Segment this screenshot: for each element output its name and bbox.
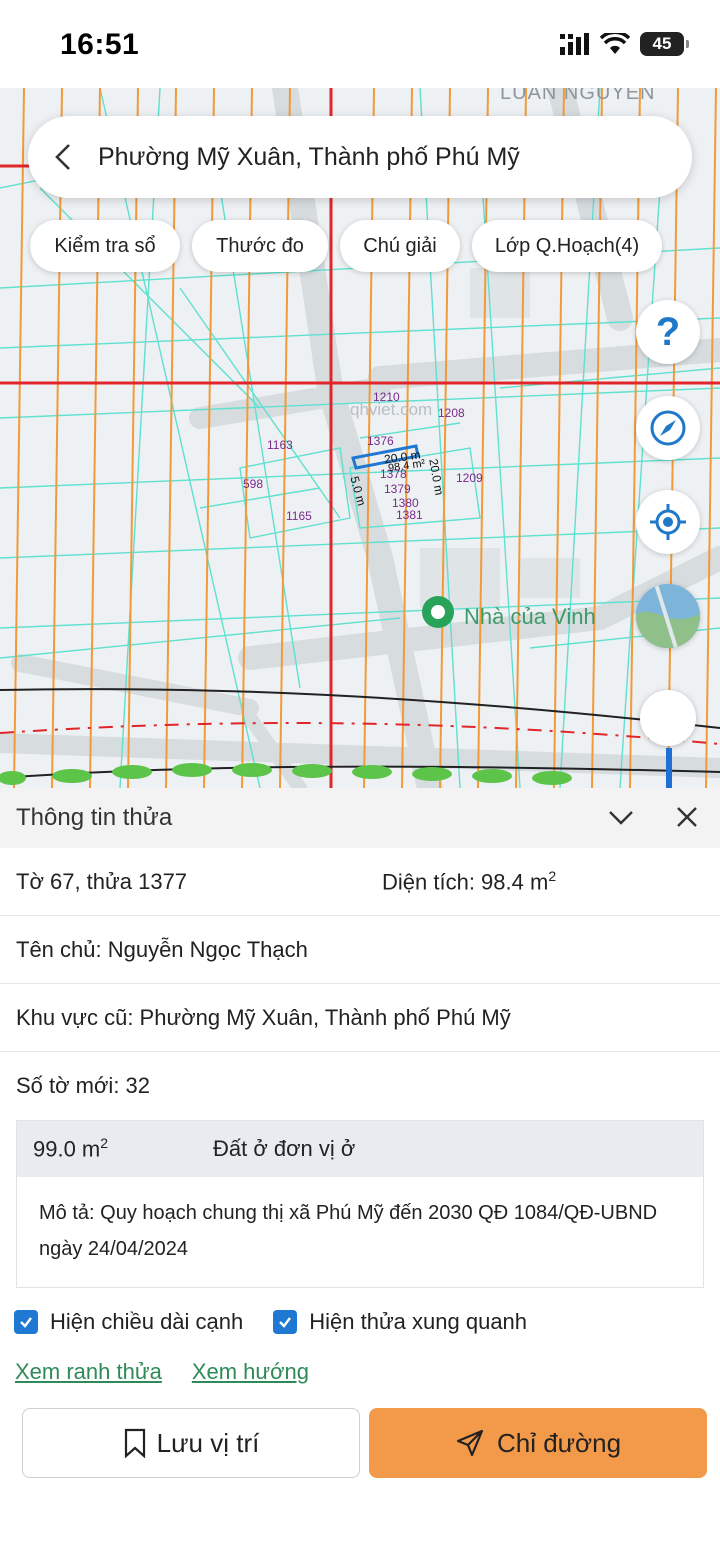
parcel-label: 1209	[456, 471, 483, 485]
status-icons: 45	[560, 32, 689, 56]
new-sheet-row: Số tờ mới: 32	[16, 1073, 151, 1098]
save-location-button[interactable]: Lưu vị trí	[22, 1408, 360, 1478]
compass-button[interactable]	[636, 396, 700, 460]
parcel-label: 1165	[286, 509, 312, 523]
planning-area: 99.0 m2	[33, 1135, 109, 1162]
checkbox-label: Hiện chiều dài cạnh	[50, 1309, 244, 1334]
parcel-label: 1208	[438, 406, 465, 420]
planning-layer-chip[interactable]: Lớp Q.Hoạch(4)	[472, 220, 662, 272]
view-direction-link[interactable]: Xem hướng	[192, 1359, 309, 1385]
satellite-map-icon	[636, 584, 700, 648]
save-label: Lưu vị trí	[156, 1427, 260, 1458]
checkbox-checked-icon	[14, 1310, 38, 1334]
measure-chip[interactable]: Thước đo	[192, 220, 328, 272]
view-boundary-link[interactable]: Xem ranh thửa	[15, 1359, 162, 1385]
close-icon	[677, 807, 697, 827]
planning-head: 99.0 m2 Đất ở đơn vị ở	[17, 1121, 703, 1177]
locate-icon	[650, 504, 686, 540]
panel-header: Thông tin thửa	[0, 788, 720, 848]
zoom-slider-knob[interactable]	[640, 690, 696, 746]
owner-row: Tên chủ: Nguyễn Ngọc Thạch	[0, 916, 720, 984]
sheet-parcel: Tờ 67, thửa 1377	[16, 868, 188, 894]
directions-label: Chỉ đường	[496, 1427, 622, 1458]
status-bar: 16:51 45	[0, 0, 720, 88]
battery-icon: 45	[640, 32, 689, 56]
signal-icon	[560, 33, 589, 55]
parcel-label: 1379	[384, 482, 411, 496]
directions-button[interactable]: Chỉ đường	[369, 1408, 707, 1478]
location-title: Phường Mỹ Xuân, Thành phố Phú Mỹ	[98, 142, 520, 171]
send-icon	[456, 1429, 484, 1457]
map-area-label: LUAN NGUYEN	[500, 88, 656, 104]
wifi-icon	[600, 33, 630, 54]
show-neighbor-parcels-checkbox[interactable]: Hiện thửa xung quanh	[273, 1309, 527, 1335]
collapse-button[interactable]	[606, 802, 636, 837]
chevron-down-icon	[609, 811, 633, 825]
compass-icon	[650, 410, 686, 446]
status-time: 16:51	[60, 28, 140, 61]
my-location-button[interactable]	[636, 490, 700, 554]
poi-label[interactable]: Nhà của Vinh	[464, 604, 596, 630]
checkbox-label: Hiện thửa xung quanh	[309, 1309, 528, 1334]
parcel-info-panel: Thông tin thửa Tờ 67, thửa 1377 Diện tíc…	[0, 788, 720, 1559]
land-type: Đất ở đơn vị ở	[213, 1136, 356, 1161]
old-area-row: Khu vực cũ: Phường Mỹ Xuân, Thành phố Ph…	[0, 984, 720, 1052]
location-header: Phường Mỹ Xuân, Thành phố Phú Mỹ	[28, 116, 692, 198]
zoom-slider-track[interactable]	[666, 748, 672, 788]
check-certificate-chip[interactable]: Kiểm tra sổ	[30, 220, 180, 272]
checkbox-checked-icon	[273, 1310, 298, 1334]
tool-chips: Kiểm tra sổ Thước đo Chú giải Lớp Q.Hoạc…	[30, 220, 662, 272]
parcel-label: 1210	[373, 390, 400, 404]
planning-box: 99.0 m2 Đất ở đơn vị ở Mô tả: Quy hoạch …	[16, 1120, 704, 1288]
parcel-label: 1163	[267, 438, 293, 452]
show-edge-length-checkbox[interactable]: Hiện chiều dài cạnh	[14, 1309, 243, 1335]
parcel-label: 1381	[396, 508, 423, 522]
parcel-label: 1376	[367, 434, 394, 448]
parcel-id-row: Tờ 67, thửa 1377 Diện tích: 98.4 m2	[0, 848, 720, 916]
legend-chip[interactable]: Chú giải	[340, 220, 460, 272]
panel-links: Xem ranh thửa Xem hướng	[0, 1350, 720, 1394]
area-value: Diện tích: 98.4 m2	[382, 867, 557, 895]
action-buttons: Lưu vị trí Chỉ đường	[22, 1408, 707, 1478]
help-button[interactable]: ?	[636, 300, 700, 364]
display-options: Hiện chiều dài cạnh Hiện thửa xung quanh	[0, 1294, 720, 1350]
panel-title: Thông tin thửa	[16, 804, 173, 831]
map-type-button[interactable]	[636, 584, 700, 648]
help-icon: ?	[655, 309, 681, 354]
bookmark-icon	[124, 1428, 145, 1458]
parcel-label: 598	[243, 477, 264, 491]
planning-description: Mô tả: Quy hoạch chung thị xã Phú Mỹ đến…	[39, 1202, 658, 1260]
back-icon[interactable]	[28, 116, 98, 198]
close-button[interactable]	[672, 802, 702, 837]
